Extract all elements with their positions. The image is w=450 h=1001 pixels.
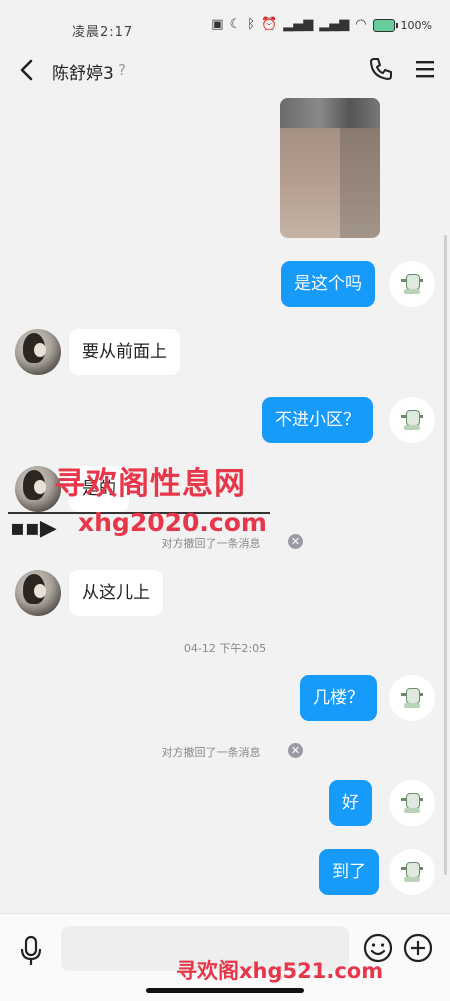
ear-icon[interactable]: ? bbox=[118, 61, 126, 79]
recall-notice: 对方撤回了一条消息 bbox=[0, 535, 450, 551]
watermark-title: 寻欢阁性息网 bbox=[54, 466, 246, 502]
message-bubble-outgoing[interactable]: 是这个吗 bbox=[281, 261, 375, 307]
contact-avatar[interactable] bbox=[15, 570, 61, 616]
self-avatar[interactable] bbox=[389, 261, 435, 307]
message-bubble-outgoing[interactable]: 好 bbox=[329, 780, 372, 826]
recall-notice-text: 对方撤回了一条消息 bbox=[161, 537, 261, 550]
arrow-right-icon: ▪▪▶ bbox=[10, 516, 57, 541]
contact-avatar[interactable] bbox=[15, 329, 61, 375]
self-avatar[interactable] bbox=[389, 675, 435, 721]
battery-icon bbox=[372, 18, 398, 32]
mic-icon[interactable] bbox=[18, 934, 44, 968]
phone-icon[interactable] bbox=[368, 56, 394, 82]
scrollbar[interactable] bbox=[444, 235, 447, 875]
watermark-bottom: 寻欢阁xhg521.com bbox=[176, 959, 384, 983]
status-bar: 凌晨2:17 ▣ ☾ ᛒ ⏰ ▂▄▆ ▂▄▆ ◠ 100% bbox=[0, 0, 450, 44]
message-bubble-outgoing[interactable]: 到了 bbox=[319, 849, 379, 895]
menu-icon[interactable] bbox=[414, 58, 436, 80]
message-bubble-incoming[interactable]: 要从前面上 bbox=[69, 329, 180, 375]
alarm-icon: ⏰ bbox=[261, 17, 278, 32]
signal-icon: ▂▄▆ bbox=[283, 17, 314, 32]
status-icons: ▣ ☾ ᛒ ⏰ ▂▄▆ ▂▄▆ ◠ 100% bbox=[211, 18, 432, 32]
self-avatar[interactable] bbox=[389, 780, 435, 826]
image-message[interactable] bbox=[280, 98, 380, 238]
message-bubble-outgoing[interactable]: 几楼？ bbox=[300, 675, 377, 721]
moon-icon: ☾ bbox=[229, 17, 242, 32]
image-message-shadow bbox=[340, 128, 380, 238]
self-avatar[interactable] bbox=[389, 397, 435, 443]
recall-notice-text: 对方撤回了一条消息 bbox=[161, 746, 261, 759]
close-icon[interactable]: ✕ bbox=[288, 743, 303, 758]
back-arrow-icon[interactable] bbox=[14, 56, 42, 84]
contact-name[interactable]: 陈舒婷3 bbox=[52, 59, 114, 84]
watermark-url: xhg2020.com bbox=[78, 508, 267, 537]
close-icon[interactable]: ✕ bbox=[288, 534, 303, 549]
signal-icon: ▂▄▆ bbox=[319, 17, 350, 32]
message-bubble-outgoing[interactable]: 不进小区？ bbox=[262, 397, 373, 443]
bluetooth-icon: ᛒ bbox=[247, 17, 256, 32]
chat-header: 陈舒婷3 ? bbox=[0, 44, 450, 100]
message-bubble-incoming[interactable]: 从这儿上 bbox=[69, 570, 163, 616]
plus-icon[interactable] bbox=[402, 932, 434, 964]
home-indicator[interactable] bbox=[146, 988, 304, 993]
recall-notice: 对方撤回了一条消息 bbox=[0, 744, 450, 760]
wifi-icon: ◠ bbox=[355, 17, 367, 32]
timestamp: 04-12 下午2:05 bbox=[0, 640, 450, 656]
status-time: 凌晨2:17 bbox=[72, 25, 134, 40]
self-avatar[interactable] bbox=[389, 849, 435, 895]
image-message-wall bbox=[280, 98, 380, 128]
battery-percent: 100% bbox=[400, 18, 432, 32]
nfc-icon: ▣ bbox=[211, 17, 224, 32]
timestamp-text: 04-12 下午2:05 bbox=[183, 642, 267, 655]
